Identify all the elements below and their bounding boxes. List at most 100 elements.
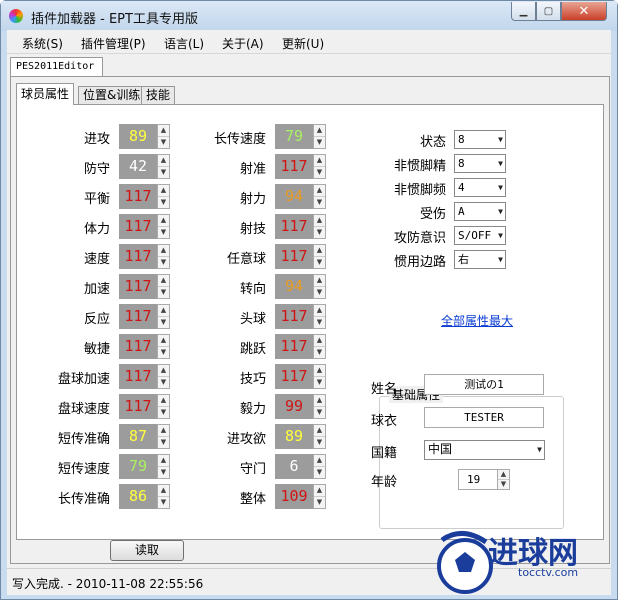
- stat-spinner[interactable]: ▲ ▼: [157, 304, 170, 329]
- spin-down-icon[interactable]: ▼: [158, 167, 169, 179]
- close-button[interactable]: ✕: [561, 2, 607, 21]
- spin-up-icon[interactable]: ▲: [314, 185, 325, 197]
- spin-up-icon[interactable]: ▲: [314, 425, 325, 437]
- stat-value[interactable]: 117: [119, 184, 157, 209]
- spin-up-icon[interactable]: ▲: [158, 425, 169, 437]
- property-select[interactable]: S/OFF ▼: [454, 226, 506, 245]
- stat-spinner[interactable]: ▲ ▼: [157, 154, 170, 179]
- stat-value[interactable]: 117: [119, 394, 157, 419]
- stat-spinner[interactable]: ▲ ▼: [313, 454, 326, 479]
- stat-spinner[interactable]: ▲ ▼: [313, 484, 326, 509]
- spin-down-icon[interactable]: ▼: [314, 287, 325, 299]
- spin-down-icon[interactable]: ▼: [314, 167, 325, 179]
- stat-value[interactable]: 79: [119, 454, 157, 479]
- spin-down-icon[interactable]: ▼: [314, 377, 325, 389]
- spin-down-icon[interactable]: ▼: [314, 467, 325, 479]
- property-select[interactable]: 右 ▼: [454, 250, 506, 269]
- stat-value[interactable]: 117: [119, 244, 157, 269]
- stat-spinner[interactable]: ▲ ▼: [157, 424, 170, 449]
- tab-player-attributes[interactable]: 球员属性: [16, 83, 75, 105]
- stat-spinner[interactable]: ▲ ▼: [157, 184, 170, 209]
- spin-down-icon[interactable]: ▼: [158, 317, 169, 329]
- spin-down-icon[interactable]: ▼: [158, 497, 169, 509]
- spin-up-icon[interactable]: ▲: [314, 395, 325, 407]
- spin-down-icon[interactable]: ▼: [158, 197, 169, 209]
- stat-value[interactable]: 89: [275, 424, 313, 449]
- spin-down-icon[interactable]: ▼: [498, 480, 509, 489]
- stat-spinner[interactable]: ▲ ▼: [313, 124, 326, 149]
- stat-value[interactable]: 89: [119, 124, 157, 149]
- spin-down-icon[interactable]: ▼: [314, 317, 325, 329]
- age-field[interactable]: 19: [458, 469, 498, 490]
- stat-value[interactable]: 117: [119, 334, 157, 359]
- stat-value[interactable]: 117: [119, 274, 157, 299]
- spin-down-icon[interactable]: ▼: [314, 137, 325, 149]
- stat-spinner[interactable]: ▲ ▼: [313, 424, 326, 449]
- spin-up-icon[interactable]: ▲: [314, 275, 325, 287]
- stat-value[interactable]: 117: [119, 304, 157, 329]
- spin-down-icon[interactable]: ▼: [314, 407, 325, 419]
- stat-value[interactable]: 117: [275, 214, 313, 239]
- stat-spinner[interactable]: ▲ ▼: [313, 244, 326, 269]
- spin-down-icon[interactable]: ▼: [158, 347, 169, 359]
- stat-spinner[interactable]: ▲ ▼: [157, 394, 170, 419]
- stat-spinner[interactable]: ▲ ▼: [313, 334, 326, 359]
- stat-spinner[interactable]: ▲ ▼: [157, 244, 170, 269]
- stat-value[interactable]: 42: [119, 154, 157, 179]
- spin-down-icon[interactable]: ▼: [158, 257, 169, 269]
- spin-down-icon[interactable]: ▼: [158, 437, 169, 449]
- stat-value[interactable]: 79: [275, 124, 313, 149]
- maximize-button[interactable]: ▢: [536, 2, 561, 21]
- spin-down-icon[interactable]: ▼: [314, 227, 325, 239]
- spin-up-icon[interactable]: ▲: [158, 365, 169, 377]
- property-select[interactable]: 8 ▼: [454, 130, 506, 149]
- stat-value[interactable]: 117: [119, 364, 157, 389]
- stat-spinner[interactable]: ▲ ▼: [157, 334, 170, 359]
- stat-value[interactable]: 6: [275, 454, 313, 479]
- spin-up-icon[interactable]: ▲: [158, 275, 169, 287]
- age-spinner[interactable]: ▲ ▼: [497, 469, 510, 490]
- spin-up-icon[interactable]: ▲: [314, 335, 325, 347]
- shirt-name-field[interactable]: TESTER: [424, 407, 544, 428]
- spin-up-icon[interactable]: ▲: [314, 365, 325, 377]
- spin-down-icon[interactable]: ▼: [314, 257, 325, 269]
- spin-up-icon[interactable]: ▲: [158, 305, 169, 317]
- stat-value[interactable]: 109: [275, 484, 313, 509]
- spin-down-icon[interactable]: ▼: [158, 137, 169, 149]
- spin-up-icon[interactable]: ▲: [314, 305, 325, 317]
- max-all-attributes-link[interactable]: 全部属性最大: [441, 312, 513, 329]
- spin-up-icon[interactable]: ▲: [314, 215, 325, 227]
- stat-value[interactable]: 117: [275, 154, 313, 179]
- spin-up-icon[interactable]: ▲: [314, 485, 325, 497]
- spin-up-icon[interactable]: ▲: [498, 470, 509, 480]
- spin-up-icon[interactable]: ▲: [158, 485, 169, 497]
- stat-value[interactable]: 117: [275, 334, 313, 359]
- stat-spinner[interactable]: ▲ ▼: [313, 214, 326, 239]
- property-select[interactable]: 4 ▼: [454, 178, 506, 197]
- spin-down-icon[interactable]: ▼: [158, 467, 169, 479]
- stat-value[interactable]: 94: [275, 274, 313, 299]
- menu-system[interactable]: 系统(S): [22, 35, 63, 52]
- spin-up-icon[interactable]: ▲: [158, 455, 169, 467]
- tab-position-training[interactable]: 位置&训练: [78, 86, 146, 105]
- spin-up-icon[interactable]: ▲: [158, 395, 169, 407]
- menu-update[interactable]: 更新(U): [282, 35, 324, 52]
- minimize-button[interactable]: ▁: [511, 2, 536, 21]
- spin-down-icon[interactable]: ▼: [158, 227, 169, 239]
- spin-up-icon[interactable]: ▲: [158, 125, 169, 137]
- stat-spinner[interactable]: ▲ ▼: [313, 394, 326, 419]
- spin-down-icon[interactable]: ▼: [314, 347, 325, 359]
- property-select[interactable]: 8 ▼: [454, 154, 506, 173]
- stat-value[interactable]: 99: [275, 394, 313, 419]
- stat-value[interactable]: 94: [275, 184, 313, 209]
- stat-spinner[interactable]: ▲ ▼: [157, 274, 170, 299]
- spin-down-icon[interactable]: ▼: [158, 407, 169, 419]
- stat-spinner[interactable]: ▲ ▼: [157, 454, 170, 479]
- spin-up-icon[interactable]: ▲: [314, 155, 325, 167]
- tab-pes2011editor[interactable]: PES2011Editor: [10, 57, 103, 77]
- stat-value[interactable]: 87: [119, 424, 157, 449]
- spin-up-icon[interactable]: ▲: [158, 335, 169, 347]
- stat-spinner[interactable]: ▲ ▼: [157, 214, 170, 239]
- stat-spinner[interactable]: ▲ ▼: [313, 184, 326, 209]
- spin-down-icon[interactable]: ▼: [314, 497, 325, 509]
